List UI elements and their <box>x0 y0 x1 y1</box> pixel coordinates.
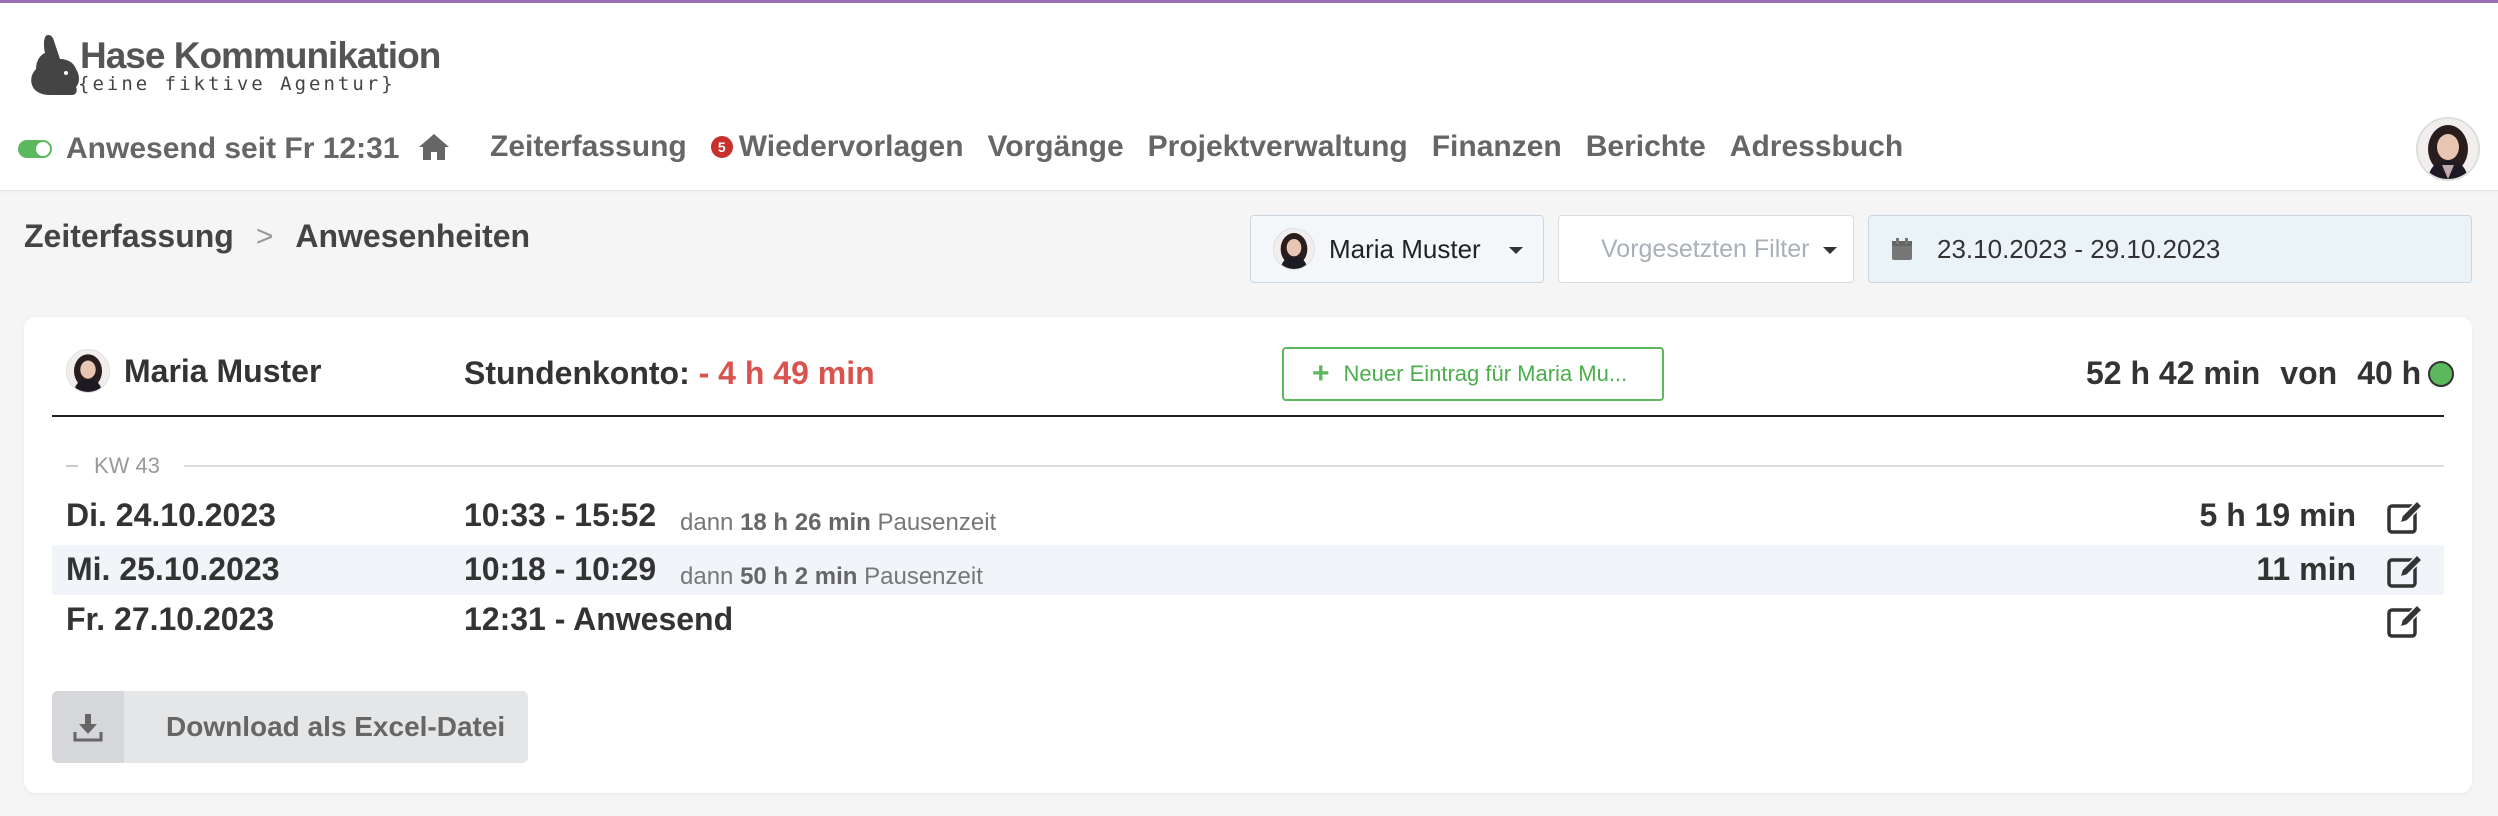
notification-badge: 5 <box>710 136 733 158</box>
hour-account-value: - 4 h 49 min <box>698 355 875 391</box>
main-nav: Anwesend seit Fr 12:31 Zeiterfassung 5 W… <box>18 121 2458 177</box>
brand-name: Hase Kommunikation <box>80 35 441 76</box>
attendance-row: Mi. 25.10.2023 10:18 - 10:29 dann 50 h 2… <box>52 545 2444 595</box>
nav-item-berichte[interactable]: Berichte <box>1586 130 1706 164</box>
week-label: KW 43 <box>94 453 161 478</box>
nav-item-label: Zeiterfassung <box>490 130 687 163</box>
download-excel-button[interactable]: Download als Excel-Datei <box>52 691 528 763</box>
nav-item-label: Adressbuch <box>1729 130 1904 163</box>
target-hours-value: 40 h <box>2357 355 2422 391</box>
nav-item-wiedervorlagen[interactable]: 5 Wiedervorlagen <box>710 130 964 164</box>
pause-suffix: Pausenzeit <box>877 509 997 536</box>
supervisor-filter-placeholder: Vorgesetzten Filter <box>1601 234 1810 263</box>
presence-status: Anwesend seit Fr 12:31 <box>18 131 399 167</box>
edit-icon[interactable] <box>2386 603 2424 639</box>
breadcrumb: Zeiterfassung > Anwesenheiten <box>24 218 530 255</box>
download-icon-box <box>52 691 124 763</box>
entry-date: Fr. 27.10.2023 <box>66 601 275 637</box>
download-label: Download als Excel-Datei <box>166 711 506 742</box>
brand-logo[interactable]: Hase Kommunikation {eine fiktive Agentur… <box>26 29 446 99</box>
entry-time: 10:18 - 10:29 <box>464 551 657 587</box>
pause-value: 18 h 26 min <box>740 509 871 536</box>
nav-item-label: Finanzen <box>1431 130 1562 163</box>
edit-icon[interactable] <box>2386 499 2424 535</box>
nav-item-projektverwaltung[interactable]: Projektverwaltung <box>1148 130 1408 164</box>
summary-avatar <box>66 349 110 393</box>
attendance-summary: Maria Muster Stundenkonto: - 4 h 49 min … <box>52 317 2454 417</box>
attendance-card: Maria Muster Stundenkonto: - 4 h 49 min … <box>24 317 2472 793</box>
nav-item-finanzen[interactable]: Finanzen <box>1432 130 1562 164</box>
summary-user: Maria Muster <box>66 349 321 393</box>
week-divider: KW 43 <box>66 453 2444 478</box>
app-header: Hase Kommunikation {eine fiktive Agentur… <box>0 3 2498 191</box>
pause-prefix: dann <box>680 509 734 536</box>
presence-text: Anwesend seit Fr 12:31 <box>66 132 400 165</box>
entry-duration: 5 h 19 min <box>2199 497 2357 533</box>
week-divider-line <box>184 465 2444 467</box>
brand-tagline: {eine fiktive Agentur} <box>78 73 396 95</box>
calendar-icon <box>1892 238 1912 260</box>
date-range-input[interactable]: 23.10.2023 - 29.10.2023 <box>1868 215 2472 283</box>
entry-time: 10:33 - 15:52 <box>464 497 657 533</box>
status-indicator <box>2428 361 2454 387</box>
date-range-value: 23.10.2023 - 29.10.2023 <box>1937 233 2221 264</box>
nav-item-label: Vorgänge <box>987 130 1124 163</box>
attendance-row: Fr. 27.10.2023 12:31 - Anwesend <box>52 595 2444 645</box>
pause-suffix: Pausenzeit <box>864 563 983 590</box>
entry-date: Di. 24.10.2023 <box>66 497 276 533</box>
entry-pause: dann 18 h 26 min Pausenzeit <box>680 509 996 537</box>
chevron-down-icon <box>1823 247 1837 254</box>
download-icon <box>73 714 103 742</box>
total-hours: 52 h 42 min von 40 h <box>2086 355 2421 392</box>
user-avatar-image <box>2418 119 2478 179</box>
new-entry-button[interactable]: + Neuer Eintrag für Maria Mu... <box>1282 347 1664 401</box>
user-avatar[interactable] <box>2416 117 2480 181</box>
nav-home[interactable] <box>416 129 466 165</box>
user-select-avatar <box>1273 228 1315 270</box>
nav-item-label: Berichte <box>1585 130 1706 163</box>
chevron-down-icon <box>1509 247 1523 254</box>
total-hours-value: 52 h 42 min <box>2086 355 2261 391</box>
presence-toggle[interactable] <box>18 140 52 158</box>
plus-icon: + <box>1312 357 1330 390</box>
rabbit-logo-icon <box>31 35 79 95</box>
nav-item-adressbuch[interactable]: Adressbuch <box>1730 130 1903 164</box>
entry-pause: dann 50 h 2 min Pausenzeit <box>680 563 983 591</box>
entry-duration: 11 min <box>2256 551 2356 587</box>
edit-icon[interactable] <box>2386 553 2424 589</box>
entry-date: Mi. 25.10.2023 <box>66 551 280 587</box>
pause-prefix: dann <box>680 563 734 590</box>
user-select[interactable]: Maria Muster <box>1250 215 1544 283</box>
breadcrumb-separator-icon: > <box>255 219 274 253</box>
total-hours-von: von <box>2280 355 2338 391</box>
pause-value: 50 h 2 min <box>740 563 858 590</box>
breadcrumb-parent[interactable]: Zeiterfassung <box>24 218 234 255</box>
attendance-row: Di. 24.10.2023 10:33 - 15:52 dann 18 h 2… <box>52 491 2444 541</box>
summary-user-name: Maria Muster <box>124 352 322 389</box>
nav-item-zeiterfassung[interactable]: Zeiterfassung <box>490 130 687 164</box>
week-divider-line <box>66 465 78 467</box>
nav-items: Zeiterfassung 5 Wiedervorlagen Vorgänge … <box>416 129 1927 165</box>
new-entry-label: Neuer Eintrag für Maria Mu... <box>1343 361 1628 386</box>
supervisor-filter-select[interactable]: Vorgesetzten Filter <box>1558 215 1854 283</box>
hour-account-label: Stundenkonto: <box>464 355 690 391</box>
breadcrumb-current: Anwesenheiten <box>295 218 531 254</box>
entry-time: 12:31 - Anwesend <box>464 601 734 637</box>
home-icon <box>419 134 449 160</box>
nav-item-label: Wiedervorlagen <box>738 130 964 163</box>
nav-item-vorgaenge[interactable]: Vorgänge <box>988 130 1124 164</box>
nav-item-label: Projektverwaltung <box>1147 130 1408 163</box>
hour-account: Stundenkonto: - 4 h 49 min <box>464 355 875 392</box>
user-select-value: Maria Muster <box>1329 233 1481 264</box>
